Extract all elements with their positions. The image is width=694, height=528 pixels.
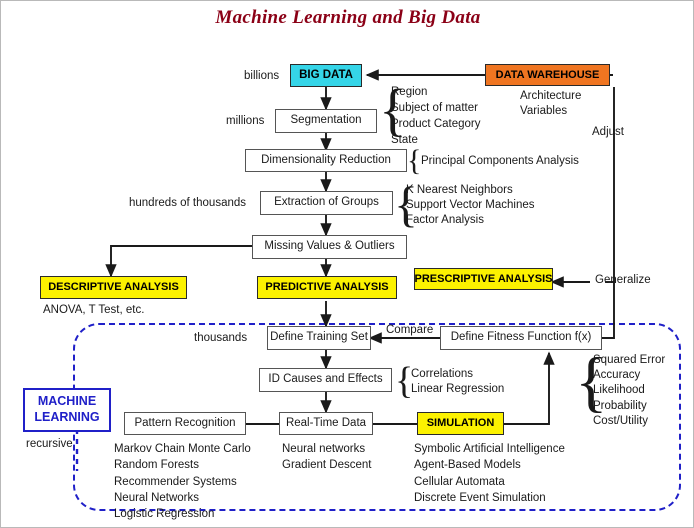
label-hundreds-of-thousands: hundreds of thousands [129,197,247,209]
node-extraction-of-groups[interactable]: Extraction of Groups [260,191,393,215]
list-fitness-metrics: Squared Error Accuracy Likelihood Probab… [593,353,665,429]
edge-label-generalize: Generalize [595,274,651,286]
node-segmentation[interactable]: Segmentation [275,109,377,133]
list-item: Neural Networks [114,491,199,504]
node-real-time-data-label: Real-Time Data [285,416,367,429]
list-item: Product Category [391,117,481,130]
diagram-canvas: Machine Learning and Big Data BIG DATA D… [0,0,694,528]
label-recursive: recursive [26,438,73,450]
list-item: Linear Regression [411,383,505,396]
list-data-warehouse-items: Architecture Variables [520,89,581,119]
node-descriptive-analysis-label: DESCRIPTIVE ANALYSIS [48,281,179,293]
list-item: Variables [520,105,568,118]
node-dimensionality-reduction[interactable]: Dimensionality Reduction [245,149,407,172]
list-item: Symbolic Artificial Intelligence [414,443,565,455]
list-item: Markov Chain Monte Carlo [114,443,251,455]
list-item: Squared Error [593,354,666,366]
node-pattern-recognition-label: Pattern Recognition [134,416,236,429]
list-item: State [391,133,418,146]
node-data-warehouse-label: DATA WAREHOUSE [495,68,600,81]
node-big-data[interactable]: BIG DATA [290,64,362,87]
brace-dimensionality: { [407,144,422,177]
list-item: Correlations [411,368,473,380]
edge-label-compare: Compare [386,324,434,336]
list-item: Cellular Automata [414,475,505,488]
node-big-data-label: BIG DATA [299,68,353,81]
label-billions: billions [244,70,280,82]
list-item: Support Vector Machines [406,199,535,212]
list-pattern-recognition-items: Markov Chain Monte Carlo Random Forests … [114,441,251,523]
node-segmentation-label: Segmentation [290,114,362,127]
node-define-training-set[interactable]: Define Training Set [267,326,371,350]
list-real-time-items: Neural networks Gradient Descent [282,441,372,474]
node-real-time-data[interactable]: Real-Time Data [279,412,373,435]
list-item: Discrete Event Simulation [414,491,546,504]
node-machine-learning-line1: MACHINE [37,394,97,409]
node-missing-values-label: Missing Values & Outliers [264,240,395,253]
list-item: Accuracy [593,369,641,382]
node-dimensionality-reduction-label: Dimensionality Reduction [261,153,391,166]
label-millions: millions [226,115,265,127]
node-prescriptive-analysis[interactable]: PRESCRIPTIVE ANALYSIS [414,268,553,290]
list-item: Gradient Descent [282,459,372,472]
node-simulation-label: SIMULATION [426,417,495,429]
node-machine-learning-line2: LEARNING [34,410,100,424]
list-extraction-items: K Nearest Neighbors Support Vector Machi… [406,183,535,229]
node-missing-values[interactable]: Missing Values & Outliers [252,235,407,259]
list-item: Cost/Utility [593,414,648,427]
list-item: Probability [593,399,647,412]
list-dimensionality-items: Principal Components Analysis [421,154,579,169]
node-id-causes-and-effects[interactable]: ID Causes and Effects [259,368,392,392]
list-item: ANOVA, T Test, etc. [43,304,145,316]
list-descriptive-items: ANOVA, T Test, etc. [43,303,144,318]
list-item: Recommender Systems [114,475,237,488]
node-prescriptive-analysis-label: PRESCRIPTIVE ANALYSIS [414,272,553,285]
list-item: Neural networks [282,443,366,455]
node-define-training-set-label: Define Training Set [270,331,368,344]
node-simulation[interactable]: SIMULATION [417,412,504,435]
list-item: Region [391,86,428,98]
node-machine-learning[interactable]: MACHINE LEARNING [23,388,111,432]
list-id-causes-items: Correlations Linear Regression [411,367,504,397]
node-descriptive-analysis[interactable]: DESCRIPTIVE ANALYSIS [40,276,187,299]
list-item: Architecture [520,90,582,102]
list-segmentation-items: Region Subject of matter Product Categor… [391,85,481,148]
node-pattern-recognition[interactable]: Pattern Recognition [124,412,246,435]
node-define-fitness-function-label: Define Fitness Function f(x) [450,331,592,344]
list-simulation-items: Symbolic Artificial Intelligence Agent-B… [414,441,565,506]
node-predictive-analysis[interactable]: PREDICTIVE ANALYSIS [257,276,397,299]
list-item: Principal Components Analysis [421,155,579,167]
list-item: Subject of matter [391,101,478,114]
page-title: Machine Learning and Big Data [215,7,481,28]
label-thousands: thousands [194,332,248,344]
list-item: Factor Analysis [406,214,484,227]
list-item: Likelihood [593,384,645,397]
list-item: Agent-Based Models [414,459,521,472]
node-extraction-of-groups-label: Extraction of Groups [274,196,379,209]
list-item: Random Forests [114,459,200,472]
node-id-causes-and-effects-label: ID Causes and Effects [268,373,383,386]
edge-label-adjust: Adjust [592,126,624,138]
list-item: Logistic Regression [114,508,215,521]
node-data-warehouse[interactable]: DATA WAREHOUSE [485,64,610,86]
list-item: K Nearest Neighbors [406,184,513,196]
node-predictive-analysis-label: PREDICTIVE ANALYSIS [265,281,389,293]
